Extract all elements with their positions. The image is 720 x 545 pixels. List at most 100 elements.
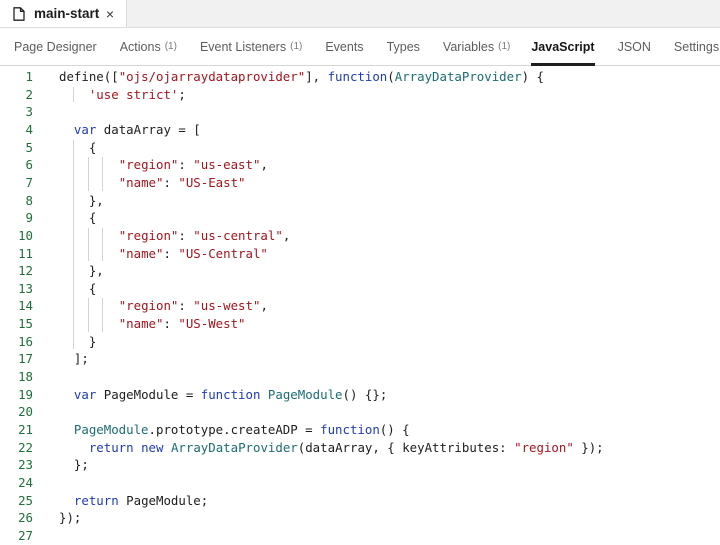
code-text: 'use strict'; bbox=[59, 86, 186, 104]
code-token: "US-West" bbox=[178, 316, 246, 332]
line-number: 10 bbox=[18, 227, 33, 243]
code-line: 11 "name": "US-Central" bbox=[0, 245, 720, 263]
designer-tabs: Page Designer Actions (1) Event Listeners (1… bbox=[0, 28, 720, 66]
code-line: 25 return PageModule; bbox=[0, 492, 720, 510]
code-token: var bbox=[73, 386, 97, 402]
code-token: function bbox=[320, 422, 380, 437]
code-token: : bbox=[163, 174, 179, 190]
code-line: 16 } bbox=[0, 333, 720, 351]
code-text: "name": "US-East" bbox=[59, 174, 246, 192]
tab-json[interactable]: JSON bbox=[618, 28, 651, 65]
tab-settings[interactable]: Settings bbox=[674, 28, 719, 65]
code-token: } bbox=[59, 333, 97, 349]
tab-event-listeners[interactable]: Event Listeners (1) bbox=[200, 28, 302, 65]
code-token: }; bbox=[59, 457, 89, 473]
code-line: 12 }, bbox=[0, 262, 720, 280]
tab-variables[interactable]: Variables (1) bbox=[443, 28, 510, 65]
indent-guide bbox=[73, 86, 74, 103]
file-icon bbox=[13, 6, 25, 21]
code-text: }, bbox=[59, 192, 104, 210]
code-line: 9 { bbox=[0, 209, 720, 227]
code-token: , bbox=[282, 227, 291, 243]
line-number: 12 bbox=[18, 263, 33, 279]
tab-count-badge: (1) bbox=[164, 41, 177, 52]
code-line: 13 { bbox=[0, 280, 720, 298]
line-number: 11 bbox=[18, 245, 33, 261]
indent-guide bbox=[102, 227, 103, 262]
close-icon[interactable]: × bbox=[106, 7, 114, 21]
code-token: "name" bbox=[118, 245, 164, 261]
code-line: 23 }; bbox=[0, 456, 720, 474]
code-token: function bbox=[327, 69, 388, 84]
line-number: 6 bbox=[25, 157, 33, 173]
code-text: ]; bbox=[59, 350, 89, 368]
tab-label: Event Listeners bbox=[199, 39, 287, 54]
code-token: : bbox=[178, 227, 194, 243]
code-text: }); bbox=[59, 509, 81, 527]
code-token: return bbox=[73, 492, 119, 508]
code-token: "region" bbox=[514, 439, 574, 455]
line-number: 1 bbox=[25, 69, 33, 84]
code-token: "us-central" bbox=[193, 227, 283, 243]
line-number: 13 bbox=[18, 280, 33, 296]
code-line: 22 return new ArrayDataProvider(dataArra… bbox=[0, 439, 720, 457]
code-line: 17 ]; bbox=[0, 350, 720, 368]
code-token: "name" bbox=[118, 316, 164, 332]
code-token: "US-Central" bbox=[178, 245, 268, 261]
code-token: ], bbox=[305, 69, 328, 84]
code-editor[interactable]: 1 define(["ojs/ojarraydataprovider"], fun… bbox=[0, 66, 720, 543]
code-token: }); bbox=[59, 510, 82, 526]
line-number: 16 bbox=[18, 333, 33, 349]
code-token: "region" bbox=[118, 157, 179, 173]
code-text: }, bbox=[59, 262, 104, 280]
code-text: var dataArray = [ bbox=[59, 121, 201, 139]
code-token: : bbox=[178, 298, 194, 314]
code-token: : bbox=[178, 157, 194, 173]
code-line: 4 var dataArray = [ bbox=[0, 121, 720, 139]
code-token: : bbox=[163, 245, 179, 261]
code-line: 1 define(["ojs/ojarraydataprovider"], fun… bbox=[0, 68, 720, 86]
code-text: define(["ojs/ojarraydataprovider"], func… bbox=[59, 68, 544, 86]
code-token: PageModule; bbox=[118, 492, 209, 508]
code-text: "region": "us-west", bbox=[59, 297, 268, 315]
code-token: define([ bbox=[59, 69, 119, 84]
code-line: 14 "region": "us-west", bbox=[0, 297, 720, 315]
tab-javascript[interactable]: JavaScript bbox=[531, 28, 595, 66]
code-line: 5 { bbox=[0, 139, 720, 157]
code-line: 21 PageModule.prototype.createADP = func… bbox=[0, 421, 720, 439]
tab-types[interactable]: Types bbox=[387, 28, 420, 65]
code-token: }, bbox=[59, 192, 104, 208]
line-number: 2 bbox=[25, 86, 33, 102]
code-token: ( bbox=[387, 69, 395, 84]
line-number: 17 bbox=[18, 351, 33, 367]
code-text: { bbox=[59, 139, 96, 157]
code-token: { bbox=[59, 210, 97, 226]
code-text: PageModule.prototype.createADP = functio… bbox=[59, 421, 410, 439]
code-token: ArrayDataProvider bbox=[170, 439, 298, 455]
code-text: }; bbox=[59, 456, 89, 474]
line-number: 24 bbox=[18, 474, 33, 490]
file-tab-main-start[interactable]: main-start × bbox=[0, 0, 127, 27]
code-token: dataArray = [ bbox=[96, 121, 201, 137]
tab-events[interactable]: Events bbox=[325, 28, 363, 65]
line-number: 18 bbox=[18, 369, 33, 385]
code-token: return bbox=[88, 439, 134, 455]
tab-label: Types bbox=[386, 39, 420, 54]
code-line: 19 var PageModule = function PageModule(… bbox=[0, 386, 720, 404]
tab-actions[interactable]: Actions (1) bbox=[120, 28, 177, 65]
code-token: "region" bbox=[118, 298, 179, 314]
code-line: 15 "name": "US-West" bbox=[0, 315, 720, 333]
tab-page-designer[interactable]: Page Designer bbox=[14, 28, 97, 65]
code-token: (dataArray, { keyAttributes: bbox=[297, 439, 515, 455]
code-line: 8 }, bbox=[0, 192, 720, 210]
tab-label: Actions bbox=[119, 39, 161, 54]
code-text: "name": "US-West" bbox=[59, 315, 246, 333]
line-number: 22 bbox=[18, 439, 33, 455]
tab-label: JavaScript bbox=[531, 39, 595, 54]
line-number: 5 bbox=[25, 139, 33, 155]
tab-count-badge: (1) bbox=[290, 41, 303, 52]
